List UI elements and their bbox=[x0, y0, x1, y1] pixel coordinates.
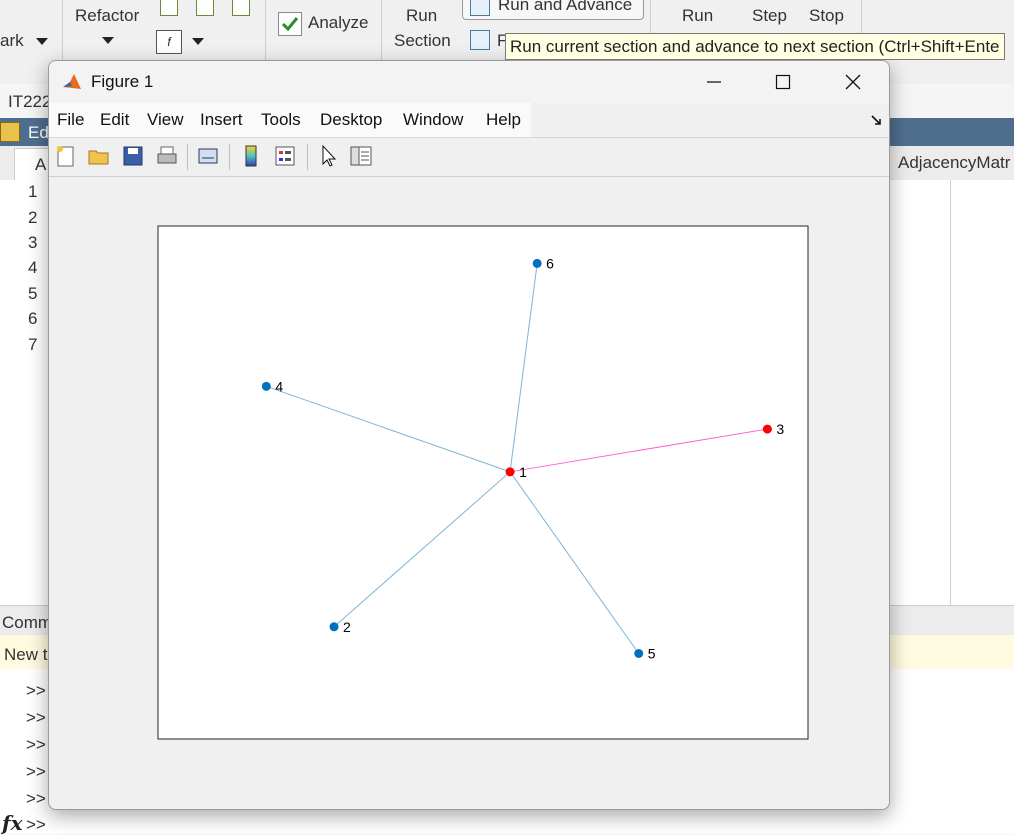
analyze-button[interactable]: Analyze bbox=[308, 13, 368, 33]
toolstrip-separator bbox=[381, 0, 382, 64]
command-window-title: Comm bbox=[2, 613, 53, 632]
graph-node-label-6: 6 bbox=[546, 255, 554, 271]
function-dropdown-icon[interactable] bbox=[192, 38, 204, 45]
line-number: 7 bbox=[28, 335, 38, 354]
command-prompt: >> bbox=[26, 815, 46, 834]
link-plot-icon[interactable] bbox=[196, 144, 220, 168]
banner-text[interactable]: New t bbox=[4, 645, 47, 665]
graph-node-5 bbox=[634, 649, 644, 658]
toolbar-separator bbox=[187, 144, 188, 170]
run-section-label-top[interactable]: Run bbox=[406, 6, 437, 26]
editor-title: Ed bbox=[28, 123, 49, 142]
command-prompt: >> bbox=[26, 762, 46, 781]
file-tab[interactable]: IT222 bbox=[8, 92, 51, 112]
toolbar-separator bbox=[307, 144, 308, 170]
figure-window[interactable]: Figure 1 File Edit View Insert Tools Des… bbox=[48, 60, 890, 810]
function-icon[interactable]: f bbox=[156, 30, 182, 54]
line-number: 4 bbox=[28, 258, 38, 277]
axes-box[interactable] bbox=[157, 225, 809, 740]
line-number-gutter: 1 2 3 4 5 6 7 bbox=[0, 180, 48, 605]
property-editor-icon[interactable] bbox=[349, 144, 373, 168]
chevron-down-icon[interactable] bbox=[36, 38, 48, 45]
graph-node-6 bbox=[532, 258, 542, 268]
menu-file[interactable]: File bbox=[57, 110, 84, 130]
menu-desktop[interactable]: Desktop bbox=[320, 110, 382, 130]
open-file-icon[interactable] bbox=[87, 144, 111, 168]
figure-menubar: File Edit View Insert Tools Desktop Wind… bbox=[49, 103, 889, 138]
run-and-advance-button[interactable]: Run and Advance bbox=[462, 0, 644, 20]
menu-insert[interactable]: Insert bbox=[200, 110, 243, 130]
graph-node-4 bbox=[261, 381, 271, 391]
editor-icon bbox=[0, 122, 20, 142]
graph-node-label-1: 1 bbox=[519, 464, 527, 480]
command-prompt: >> bbox=[26, 735, 46, 754]
run-section-button[interactable]: Section bbox=[394, 31, 451, 51]
menu-view[interactable]: View bbox=[147, 110, 184, 130]
graph-node-label-3: 3 bbox=[776, 421, 784, 437]
toolbar-separator bbox=[229, 144, 230, 170]
maximize-button[interactable] bbox=[760, 61, 806, 103]
figure-title: Figure 1 bbox=[91, 72, 154, 91]
partial-toolstrip-label[interactable]: ark bbox=[0, 31, 24, 51]
analyze-icon[interactable] bbox=[278, 12, 302, 36]
colorbar-icon[interactable] bbox=[239, 144, 263, 168]
tooltip: Run current section and advance to next … bbox=[505, 33, 1005, 60]
maximize-icon bbox=[775, 74, 791, 90]
menu-window[interactable]: Window bbox=[403, 110, 463, 130]
step-button[interactable]: Step bbox=[752, 6, 787, 26]
indent-icon[interactable] bbox=[196, 0, 214, 16]
fx-icon[interactable]: fx bbox=[2, 811, 23, 835]
line-number: 3 bbox=[28, 233, 38, 252]
comment-icon[interactable] bbox=[160, 0, 178, 16]
toolstrip-separator bbox=[62, 0, 63, 64]
matlab-logo-icon bbox=[63, 74, 81, 89]
figure-toolbar bbox=[49, 138, 889, 177]
graph-node-label-4: 4 bbox=[275, 378, 283, 394]
editor-tab-label: A bbox=[35, 155, 47, 174]
close-icon bbox=[845, 74, 861, 90]
graph-node-2 bbox=[329, 622, 339, 632]
run-and-advance-label: Run and Advance bbox=[498, 0, 633, 14]
run-to-end-icon[interactable] bbox=[470, 30, 490, 50]
line-number: 5 bbox=[28, 284, 38, 303]
refactor-dropdown-icon[interactable] bbox=[102, 37, 114, 44]
new-figure-icon[interactable] bbox=[54, 144, 78, 168]
run-button[interactable]: Run bbox=[682, 6, 713, 26]
graph-node-label-5: 5 bbox=[648, 646, 656, 662]
close-button[interactable] bbox=[830, 61, 876, 103]
save-icon[interactable] bbox=[121, 144, 145, 168]
command-prompt: >> bbox=[26, 708, 46, 727]
command-prompt: >> bbox=[26, 681, 46, 700]
line-number: 6 bbox=[28, 309, 38, 328]
graph-node-label-2: 2 bbox=[343, 619, 351, 635]
run-advance-icon bbox=[470, 0, 490, 16]
menu-tools[interactable]: Tools bbox=[261, 110, 301, 130]
toolstrip-separator bbox=[265, 0, 266, 64]
print-icon[interactable] bbox=[155, 144, 179, 168]
minimize-button[interactable] bbox=[691, 61, 737, 103]
pane-divider[interactable] bbox=[950, 180, 951, 605]
legend-icon[interactable] bbox=[273, 144, 297, 168]
graph-node-1 bbox=[505, 467, 515, 477]
stop-button[interactable]: Stop bbox=[809, 6, 844, 26]
workspace-variable[interactable]: AdjacencyMatr bbox=[898, 153, 1010, 173]
dock-figure-icon[interactable] bbox=[871, 115, 883, 127]
command-prompt: >> bbox=[26, 789, 46, 808]
figure-canvas[interactable]: 1 2 3 4 5 6 bbox=[49, 177, 889, 807]
figure-titlebar[interactable]: Figure 1 bbox=[49, 61, 889, 103]
menu-help[interactable]: Help bbox=[486, 110, 521, 130]
graph-node-3 bbox=[762, 424, 772, 434]
line-number: 1 bbox=[28, 182, 38, 201]
line-number: 2 bbox=[28, 208, 38, 227]
minimize-icon bbox=[707, 81, 721, 83]
menu-edit[interactable]: Edit bbox=[100, 110, 129, 130]
pointer-icon[interactable] bbox=[317, 144, 341, 168]
refactor-button[interactable]: Refactor bbox=[75, 6, 139, 26]
outdent-icon[interactable] bbox=[232, 0, 250, 16]
